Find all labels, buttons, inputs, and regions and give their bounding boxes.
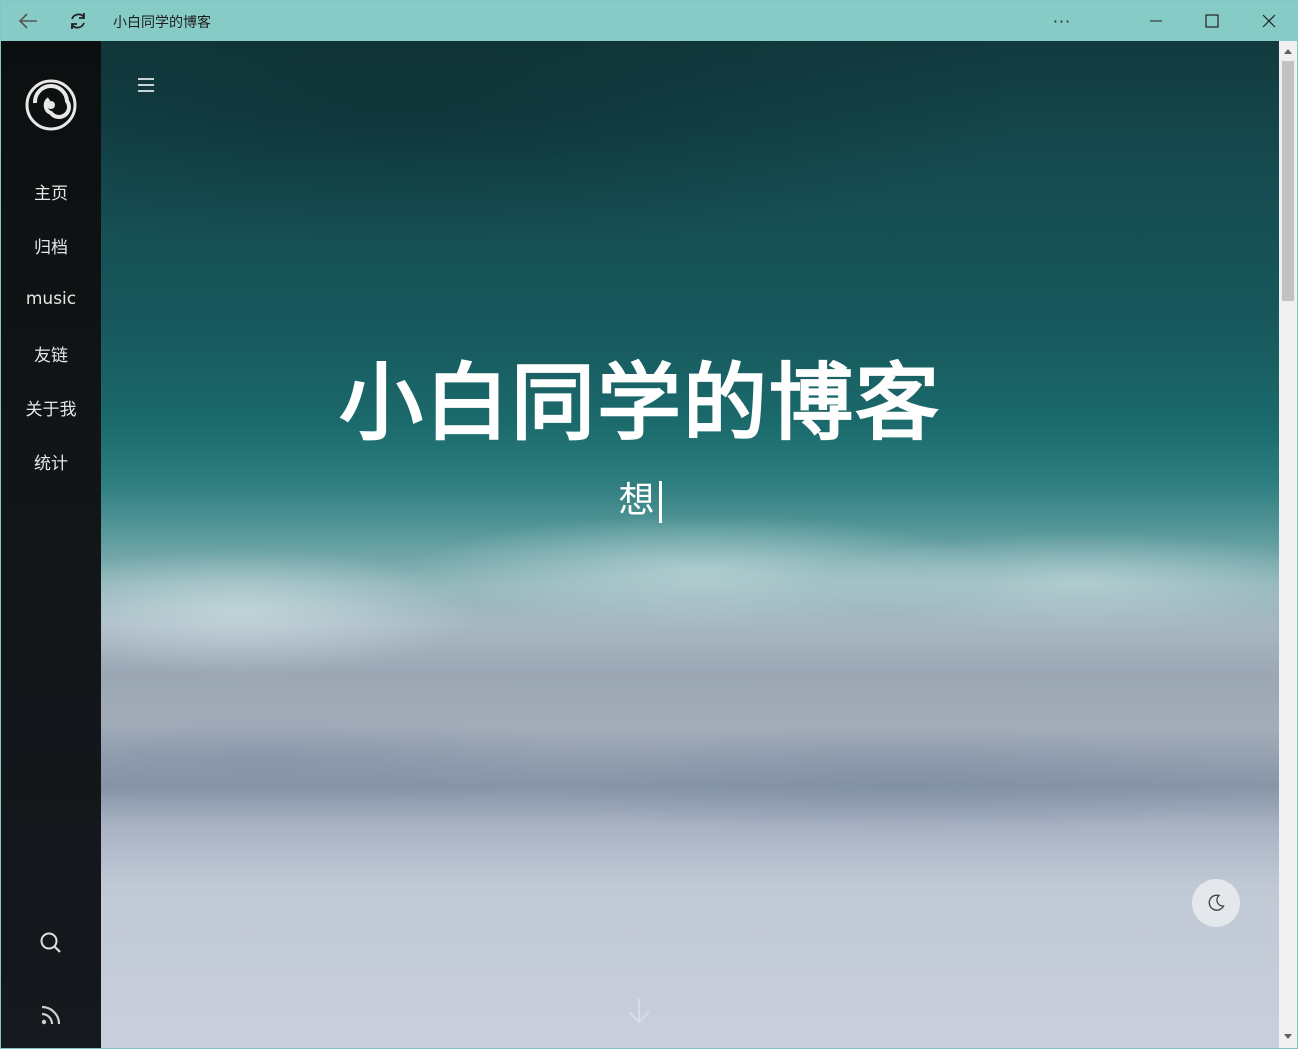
title-bar: 小白同学的博客 ··· [1,1,1297,41]
swirl-logo[interactable] [25,79,77,131]
back-arrow-icon [18,13,37,29]
moon-icon [1208,894,1225,911]
wet-sand [1,681,1279,881]
hero-subtitle-line: 想 [101,471,1179,523]
hamburger-menu-icon[interactable] [135,75,157,95]
back-button[interactable] [5,1,51,41]
sidebar-item-music[interactable]: music [1,279,101,319]
sidebar-item-label: 主页 [34,183,68,204]
sidebar-item-label: 友链 [34,345,68,366]
caret-down-icon [1284,1034,1292,1039]
sidebar-item-about[interactable]: 关于我 [1,387,101,427]
scrollbar-thumb[interactable] [1282,61,1294,301]
browser-window: 小白同学的博客 ··· 小白同学的博客 想 主页 归档 music 友链 关于我… [0,0,1298,1049]
scroll-down-arrow[interactable] [1279,1029,1297,1045]
window-title: 小白同学的博客 [113,15,211,31]
sidebar-item-archive[interactable]: 归档 [1,225,101,265]
scroll-down-button[interactable] [625,996,653,1026]
vertical-scrollbar[interactable] [1279,41,1297,1048]
refresh-icon [71,13,85,29]
arrow-down-icon [628,999,650,1024]
rss-button[interactable] [39,1003,63,1027]
typed-subtitle: 想 [618,480,655,521]
sidebar-item-links[interactable]: 友链 [1,333,101,373]
sidebar-item-label: music [25,289,77,309]
maximize-button[interactable] [1189,1,1235,41]
caret-up-icon [1284,49,1292,54]
refresh-button[interactable] [55,1,101,41]
hero-banner: 小白同学的博客 想 [1,41,1279,1048]
minimize-button[interactable] [1133,1,1179,41]
sidebar-item-label: 统计 [34,453,68,474]
scroll-up-arrow[interactable] [1279,43,1297,59]
darkmode-toggle-button[interactable] [1192,879,1240,927]
close-icon [1262,14,1276,28]
rss-icon [41,1005,61,1025]
search-button[interactable] [39,931,63,955]
sidebar-item-label: 归档 [34,237,68,258]
search-icon [40,932,61,953]
page-content: 小白同学的博客 想 主页 归档 music 友链 关于我 统计 [1,41,1297,1048]
hero-title: 小白同学的博客 [338,354,941,452]
ocean-shade [1,41,1279,241]
sidebar: 主页 归档 music 友链 关于我 统计 [1,41,101,1048]
minimize-icon [1150,20,1162,22]
more-button[interactable]: ··· [1039,1,1085,41]
sidebar-item-label: 关于我 [25,399,77,420]
close-button[interactable] [1246,1,1292,41]
sidebar-item-home[interactable]: 主页 [1,171,101,211]
typing-cursor [658,481,662,523]
sidebar-item-stats[interactable]: 统计 [1,441,101,481]
maximize-icon [1205,14,1219,28]
more-icon: ··· [1052,11,1072,31]
